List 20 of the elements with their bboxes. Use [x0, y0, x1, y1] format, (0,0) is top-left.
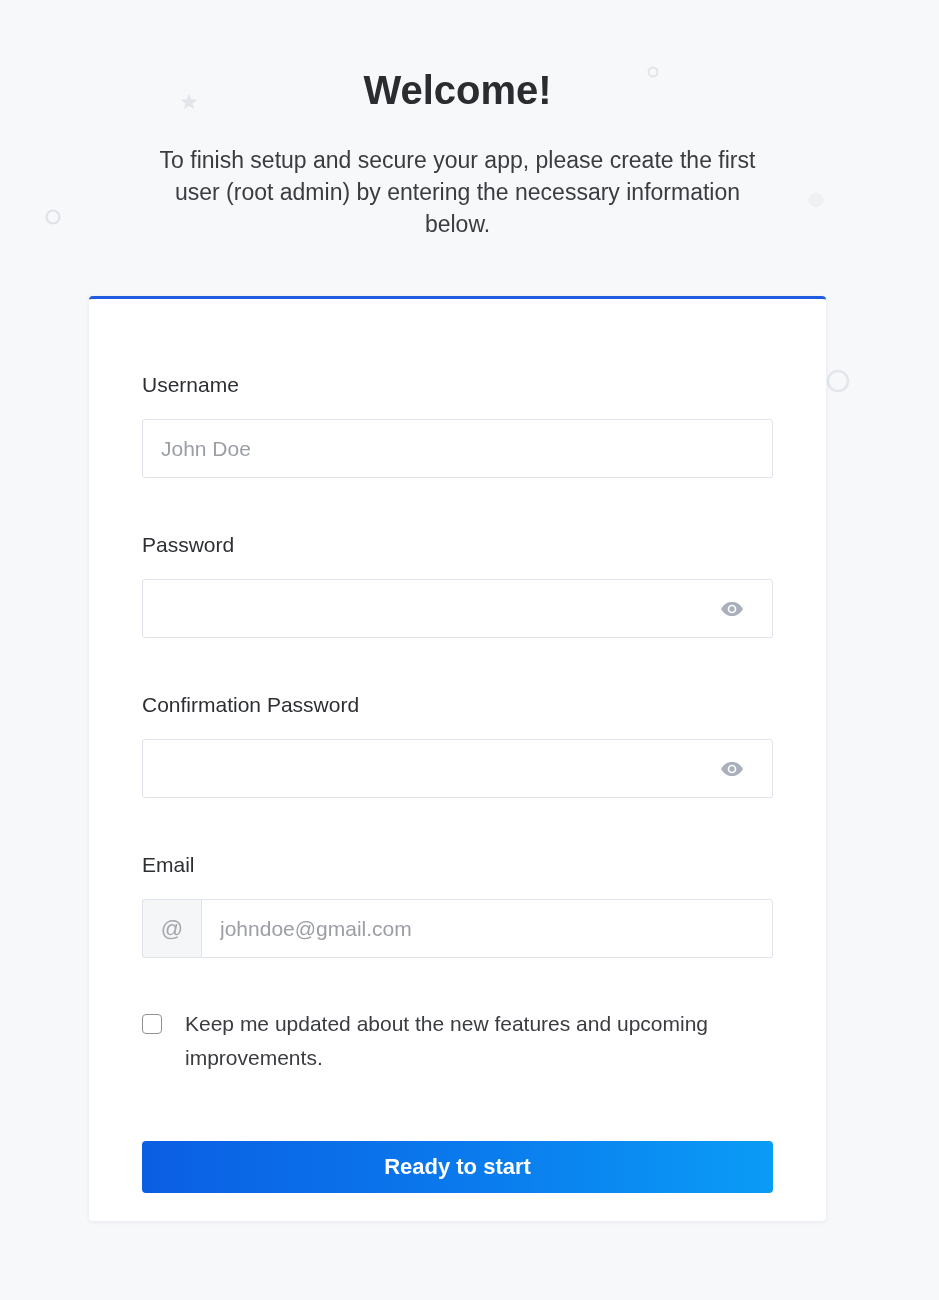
- ring-icon: [826, 369, 850, 393]
- newsletter-label: Keep me updated about the new features and upcoming improvements.: [185, 1011, 710, 1071]
- at-sign-prefix: @: [142, 899, 201, 958]
- field-label: Confirmation Password: [142, 692, 360, 718]
- show-password-button[interactable]: [720, 600, 744, 617]
- intro-text: To finish setup and secure your app, please create the first user (root admin) by entering the necessary information below.: [158, 146, 757, 239]
- field-label: Email: [142, 852, 195, 878]
- show-password-button[interactable]: [720, 760, 744, 777]
- eye-icon: [720, 600, 744, 617]
- password-field[interactable]: [142, 579, 773, 638]
- newsletter-checkbox[interactable]: [142, 1014, 162, 1034]
- field-label: Password: [142, 532, 235, 558]
- field-label: Username: [142, 372, 239, 398]
- ready-button[interactable]: Ready to start: [142, 1141, 773, 1193]
- page-title: Welcome!: [363, 67, 552, 114]
- eye-icon: [720, 760, 744, 777]
- password-field[interactable]: [142, 739, 773, 798]
- text-field[interactable]: John Doe: [142, 419, 773, 478]
- email-field[interactable]: johndoe@gmail.com: [201, 899, 773, 958]
- ring-icon: [45, 209, 61, 225]
